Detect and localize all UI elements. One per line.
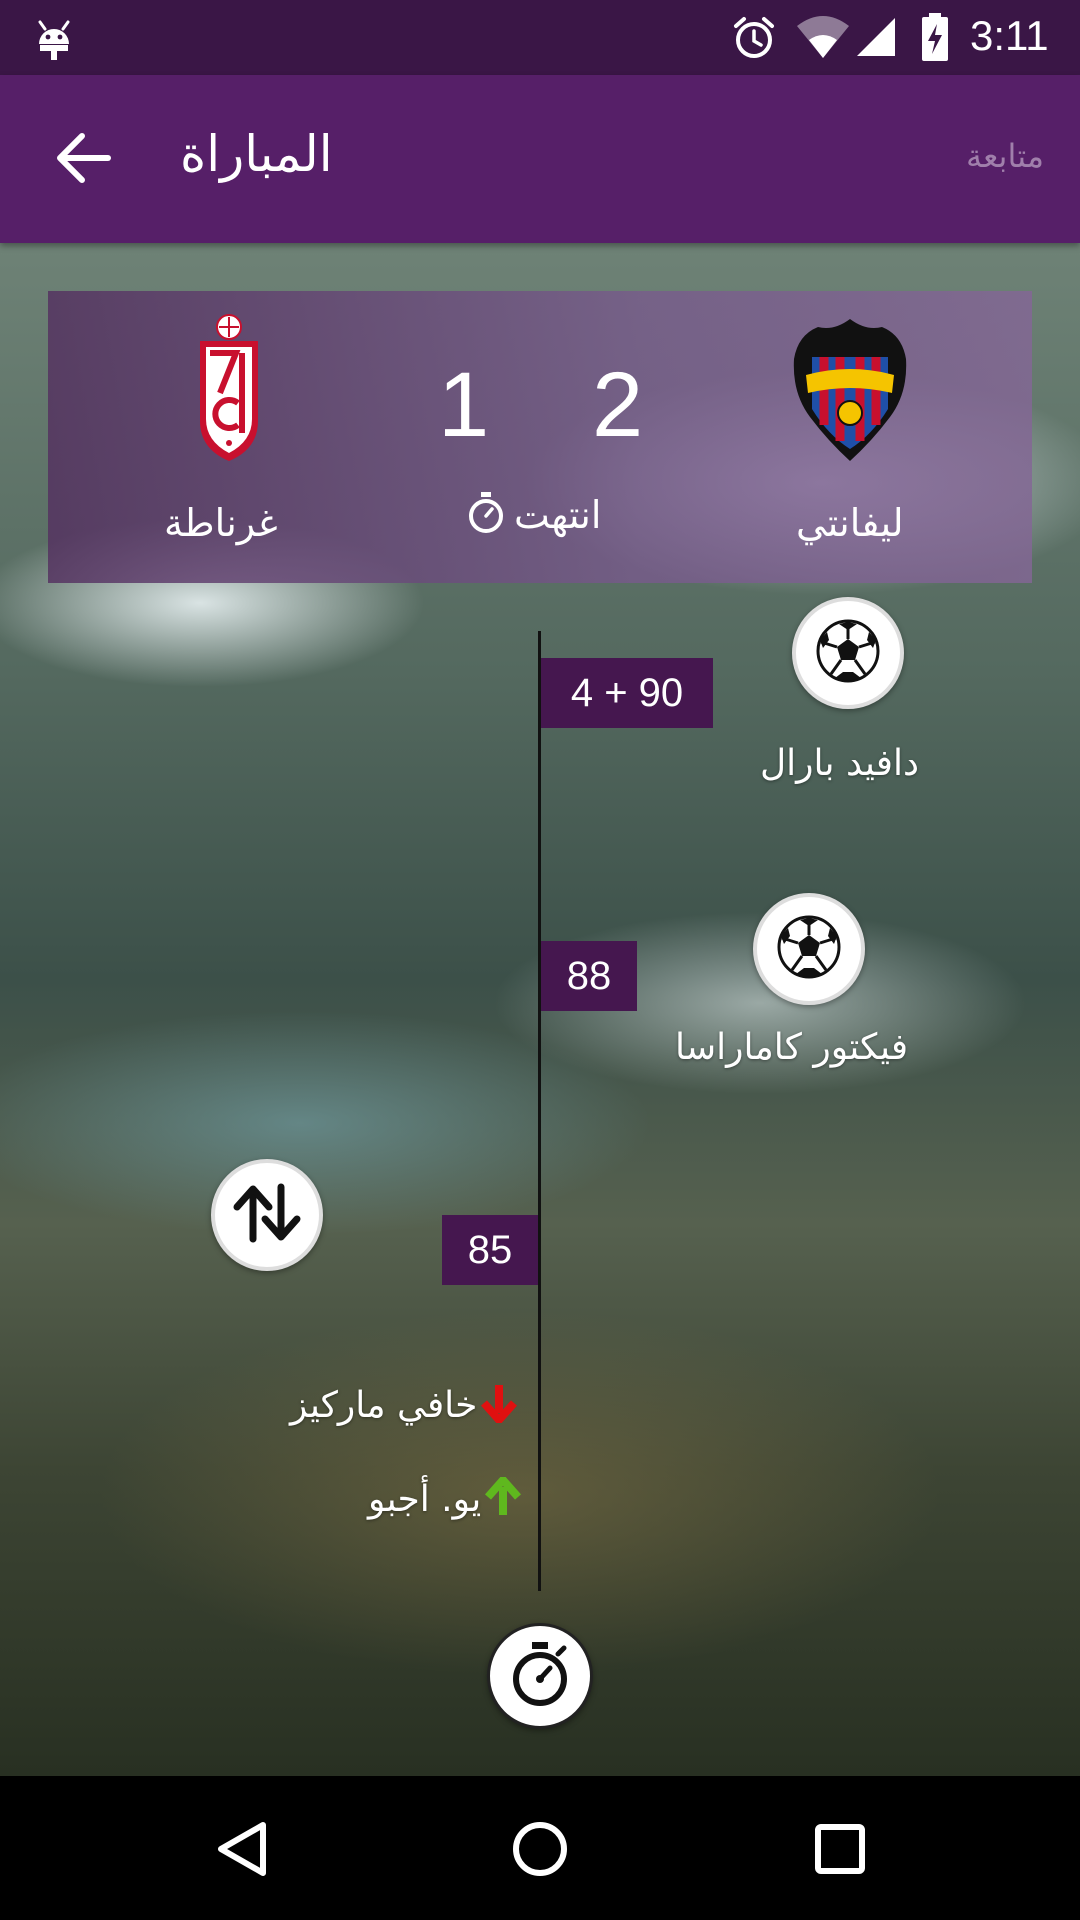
- follow-button[interactable]: متابعة: [966, 137, 1044, 175]
- away-team-name[interactable]: غرناطة: [164, 501, 278, 545]
- player-out-name[interactable]: خافي ماركيز: [290, 1385, 477, 1426]
- timeline-end-circle: [487, 1623, 593, 1729]
- match-status-label: انتهت: [514, 493, 602, 537]
- event-player-name[interactable]: فيكتور كاماراسا: [675, 1027, 908, 1068]
- navigation-bar: [0, 1776, 1080, 1920]
- event-player-name[interactable]: دافيد بارال: [760, 743, 919, 784]
- goal-event-circle[interactable]: [792, 597, 904, 709]
- levante-crest: [788, 313, 912, 467]
- score-card: 1 2 غرناطة انتهت ليفانتي: [48, 291, 1032, 583]
- timeline-line: [538, 631, 541, 1591]
- arrow-back-icon[interactable]: [54, 131, 112, 189]
- substitution-icon: [231, 1183, 303, 1247]
- goal-event-circle[interactable]: [753, 893, 865, 1005]
- soccer-ball-icon: [776, 914, 842, 984]
- soccer-ball-icon: [815, 618, 881, 688]
- android-icon: [36, 14, 72, 66]
- stopwatch-icon: [508, 1640, 572, 1712]
- player-out-row: خافي ماركيز: [290, 1383, 518, 1427]
- away-score: 1: [438, 354, 490, 456]
- granada-crest: [196, 313, 262, 467]
- arrow-down-icon: [481, 1383, 518, 1427]
- nav-home-icon[interactable]: [495, 1804, 585, 1894]
- event-minute-badge: 4 + 90: [541, 658, 713, 728]
- event-minute-badge: 88: [541, 941, 637, 1011]
- nav-recents-icon[interactable]: [795, 1804, 885, 1894]
- status-bar: 3:11: [0, 0, 1080, 75]
- home-score: 2: [592, 354, 644, 456]
- page-title: المباراة: [180, 125, 333, 183]
- substitution-event-circle[interactable]: [211, 1159, 323, 1271]
- alarm-icon: [730, 14, 778, 66]
- arrow-up-icon: [485, 1476, 522, 1521]
- app-bar: المباراة متابعة: [0, 75, 1080, 243]
- home-team-name[interactable]: ليفانتي: [796, 501, 904, 545]
- wifi-icon: [795, 14, 851, 64]
- player-in-name[interactable]: يو. أجبو: [368, 1479, 481, 1520]
- stopwatch-icon: [466, 491, 506, 539]
- nav-back-icon[interactable]: [196, 1804, 286, 1894]
- match-content: 1 2 غرناطة انتهت ليفانتي 4 + 90 دافيد با…: [0, 243, 1080, 1776]
- status-time: 3:11: [970, 12, 1049, 59]
- event-minute-badge: 85: [442, 1215, 538, 1285]
- battery-charging-icon: [920, 12, 950, 66]
- player-in-row: يو. أجبو: [368, 1476, 522, 1521]
- match-status: انتهت: [466, 491, 601, 539]
- signal-icon: [855, 16, 897, 62]
